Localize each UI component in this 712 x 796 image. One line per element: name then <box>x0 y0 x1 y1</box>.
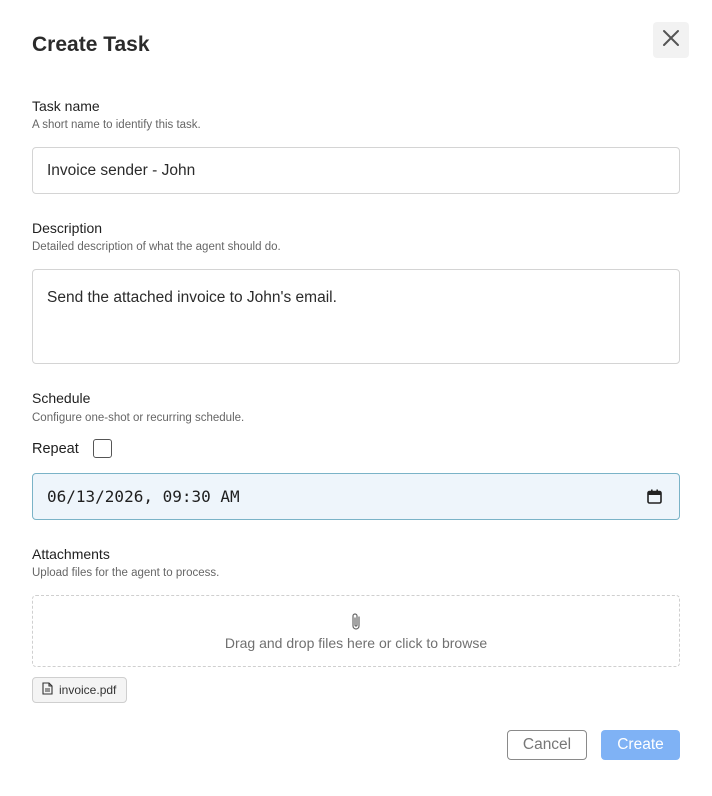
close-icon <box>662 29 680 52</box>
description-hint: Detailed description of what the agent s… <box>32 241 281 253</box>
schedule-hint: Configure one-shot or recurring schedule… <box>32 412 245 424</box>
cancel-button[interactable]: Cancel <box>507 730 587 760</box>
description-label: Description <box>32 220 103 236</box>
datetime-value: 06/13/2026, 09:30 AM <box>47 487 240 506</box>
calendar-icon[interactable] <box>647 489 662 508</box>
repeat-checkbox[interactable] <box>92 439 112 458</box>
schedule-datetime-input[interactable]: 06/13/2026, 09:30 AM <box>32 473 680 520</box>
create-button[interactable]: Create <box>601 730 680 760</box>
task-name-label: Task name <box>32 98 100 114</box>
task-name-input[interactable]: Invoice sender - John <box>32 147 680 194</box>
repeat-label: Repeat <box>32 440 79 457</box>
file-icon <box>42 682 59 698</box>
attachment-file-chip[interactable]: invoice.pdf <box>32 677 128 703</box>
repeat-row: Repeat <box>32 439 112 458</box>
dialog-title: Create Task <box>32 33 150 56</box>
attachments-dropzone[interactable]: Drag and drop files here or click to bro… <box>32 595 680 667</box>
file-name: invoice.pdf <box>59 683 117 697</box>
close-button[interactable] <box>653 22 689 58</box>
dropzone-text: Drag and drop files here or click to bro… <box>224 635 488 651</box>
description-textarea[interactable]: Send the attached invoice to John's emai… <box>32 269 680 364</box>
attachments-hint: Upload files for the agent to process. <box>32 567 220 579</box>
create-task-dialog: Create Task Task name A short name to id… <box>0 0 712 796</box>
schedule-label: Schedule <box>32 390 91 406</box>
task-name-hint: A short name to identify this task. <box>32 119 201 131</box>
attachments-label: Attachments <box>32 546 110 562</box>
paperclip-icon <box>350 612 362 636</box>
